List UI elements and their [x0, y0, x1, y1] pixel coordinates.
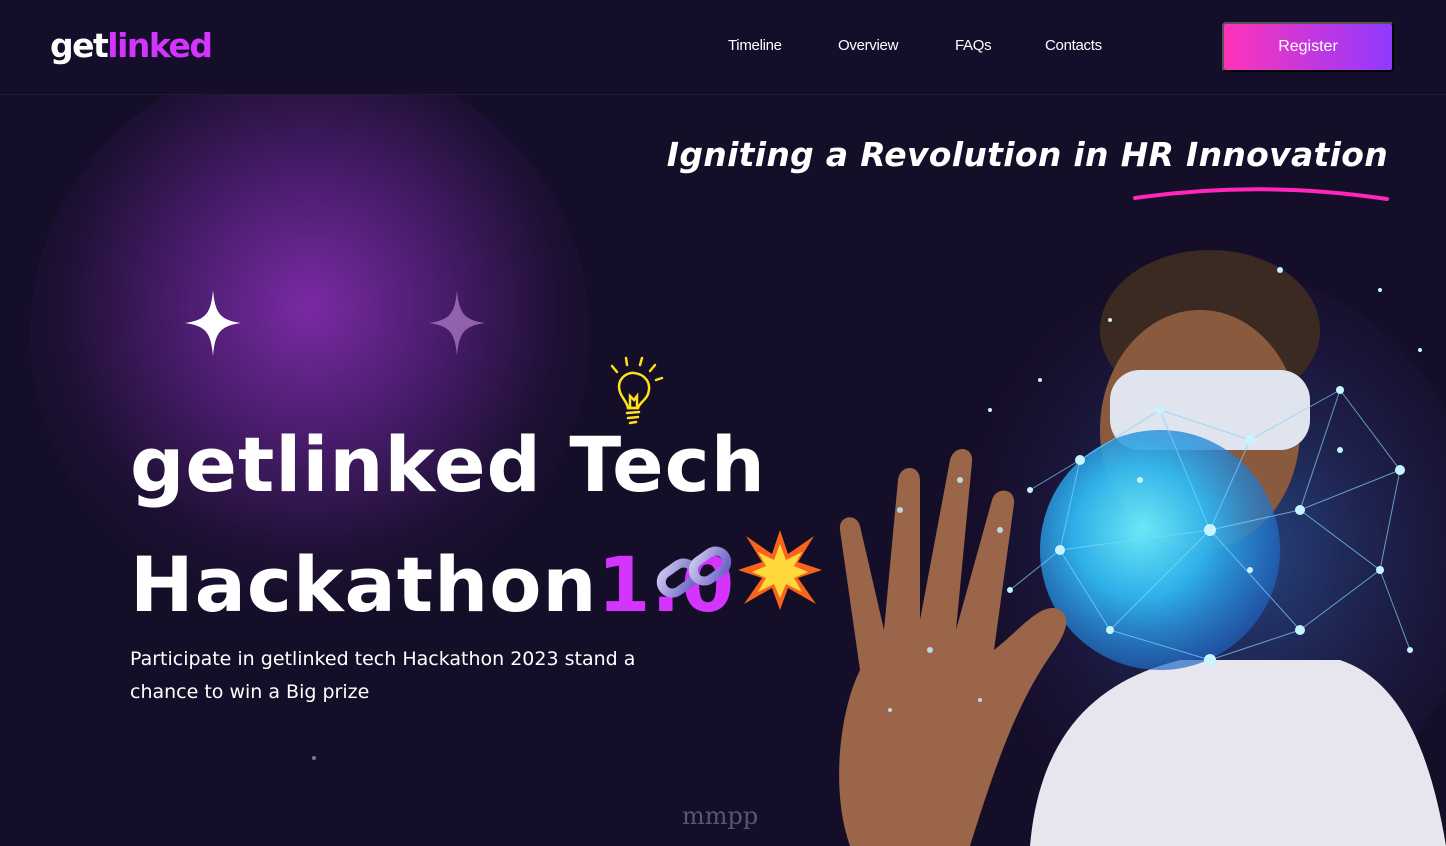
logo-part-get: get: [50, 26, 109, 65]
hero-tagline: Igniting a Revolution in HR Innovation: [666, 135, 1388, 174]
nav-link-overview[interactable]: Overview: [838, 37, 898, 54]
tagline-underline: [1133, 187, 1389, 201]
hero-title: getlinked Tech Hackathon1.0: [130, 405, 766, 645]
sparkle-dot: [312, 756, 316, 760]
sparkle-icon: [185, 290, 241, 356]
navbar: getlinked Timeline Overview FAQs Contact…: [0, 0, 1446, 95]
nav-link-faqs[interactable]: FAQs: [955, 37, 992, 54]
hero-description: Participate in getlinked tech Hackathon …: [130, 648, 636, 703]
register-button[interactable]: Register: [1222, 22, 1394, 72]
logo-part-linked: linked: [107, 26, 213, 65]
nav-link-timeline[interactable]: Timeline: [728, 37, 782, 54]
hero-title-line1: getlinked Tech: [130, 420, 766, 509]
logo[interactable]: getlinked: [50, 26, 213, 65]
nav-link-contacts[interactable]: Contacts: [1045, 37, 1102, 54]
watermark: mmpp: [682, 802, 759, 830]
hero-title-hackathon: Hackathon: [130, 540, 598, 629]
sparkle-icon: [429, 290, 485, 356]
chain-link-icon: [656, 546, 732, 598]
person-vr-illustration: [839, 250, 1446, 846]
